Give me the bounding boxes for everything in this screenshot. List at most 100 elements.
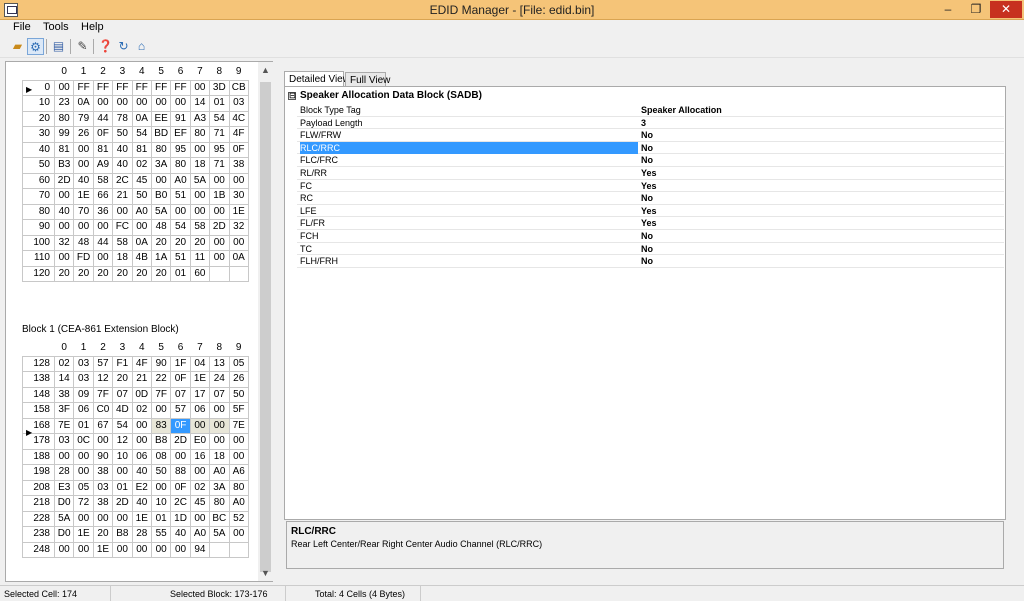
hex-cell[interactable]: 12	[92, 371, 114, 388]
hex-cell[interactable]	[209, 265, 230, 282]
hex-cell[interactable]: 88	[170, 464, 191, 481]
hex-cell[interactable]: B3	[53, 157, 75, 174]
property-row[interactable]: TC No	[297, 243, 1004, 256]
hex-cell[interactable]: 00	[131, 541, 152, 558]
hex-cell[interactable]: 38	[92, 495, 114, 512]
hex-cell[interactable]: 38	[53, 386, 75, 403]
hex-row-header[interactable]: 158	[22, 402, 55, 419]
hex-cell[interactable]: 00	[112, 510, 133, 527]
hex-cell[interactable]: 00	[228, 234, 249, 251]
hex-cell[interactable]: 00	[131, 417, 152, 434]
hex-cell[interactable]: 00	[112, 95, 133, 112]
hex-cell[interactable]: B0	[150, 188, 172, 205]
hex-cell[interactable]: 4F	[131, 355, 152, 372]
hex-cell[interactable]: BC	[209, 510, 230, 527]
hex-cell[interactable]: A0	[209, 464, 230, 481]
hex-cell[interactable]: 80	[53, 110, 75, 127]
hex-cell[interactable]: A0	[189, 526, 211, 543]
hex-cell[interactable]: 54	[170, 219, 191, 236]
hex-cell[interactable]: 00	[73, 510, 94, 527]
hex-cell[interactable]: FF	[131, 79, 152, 96]
hex-cell[interactable]: 21	[112, 188, 133, 205]
hex-cell[interactable]: 91	[170, 110, 191, 127]
hex-cell[interactable]: 00	[92, 250, 114, 267]
hex-cell[interactable]: 00	[53, 448, 75, 465]
hex-row-header[interactable]: 60	[22, 172, 55, 189]
hex-cell[interactable]: 17	[189, 386, 211, 403]
hex-row-header[interactable]: 128	[22, 355, 55, 372]
hex-cell[interactable]: E0	[189, 433, 211, 450]
scroll-down-icon[interactable]: ▼	[258, 568, 273, 578]
hex-cell[interactable]: 20	[189, 234, 211, 251]
hex-cell[interactable]: 1E	[73, 188, 94, 205]
hex-cell[interactable]: C0	[92, 402, 114, 419]
hex-cell[interactable]: FD	[73, 250, 94, 267]
hex-cell[interactable]: 0C	[73, 433, 94, 450]
hex-cell[interactable]: 58	[92, 172, 114, 189]
hex-cell[interactable]: FF	[150, 79, 172, 96]
property-row[interactable]: RLC/RRC No	[297, 141, 1004, 155]
hex-cell[interactable]: 0A	[73, 95, 94, 112]
hex-cell[interactable]: 81	[53, 141, 75, 158]
property-row[interactable]: Payload Length 3	[297, 117, 1004, 130]
menu-file[interactable]: File	[13, 21, 31, 33]
hex-cell[interactable]: 1E	[92, 541, 114, 558]
hex-row-header[interactable]: 218	[22, 495, 55, 512]
hex-cell[interactable]: E2	[131, 479, 152, 496]
hex-cell[interactable]: 40	[112, 141, 133, 158]
hex-cell[interactable]: 7F	[150, 386, 172, 403]
hex-cell[interactable]: 00	[150, 172, 172, 189]
hex-cell[interactable]: 26	[228, 371, 249, 388]
hex-cell[interactable]: 2D	[170, 433, 191, 450]
hex-cell[interactable]: 05	[73, 479, 94, 496]
hex-cell[interactable]: A0	[131, 203, 152, 220]
hex-cell[interactable]: BD	[150, 126, 172, 143]
hex-cell[interactable]: 48	[150, 219, 172, 236]
hex-cell[interactable]: 16	[189, 448, 211, 465]
hex-cell[interactable]: 01	[150, 510, 172, 527]
hex-cell[interactable]: 3A	[150, 157, 172, 174]
property-row[interactable]: FLH/FRH No	[297, 255, 1004, 268]
hex-row-header[interactable]: 138	[22, 371, 55, 388]
property-row[interactable]: Block Type Tag Speaker Allocation	[297, 104, 1004, 117]
hex-cell[interactable]: 1E	[228, 203, 249, 220]
hex-cell[interactable]: 20	[112, 371, 133, 388]
hex-row-header[interactable]: 228	[22, 510, 55, 527]
hex-cell[interactable]: F1	[112, 355, 133, 372]
hex-cell[interactable]: 0F	[170, 417, 191, 434]
hex-cell[interactable]: 38	[228, 157, 249, 174]
hex-cell[interactable]: 20	[92, 265, 114, 282]
hex-cell[interactable]: 00	[112, 464, 133, 481]
hex-cell[interactable]: 54	[112, 417, 133, 434]
hex-cell[interactable]: 5A	[189, 172, 211, 189]
hex-cell[interactable]: 1D	[170, 510, 191, 527]
hex-row-header[interactable]: 50	[22, 157, 55, 174]
hex-row-header[interactable]: 20	[22, 110, 55, 127]
hex-cell[interactable]: 00	[209, 433, 230, 450]
hex-cell[interactable]: 28	[131, 526, 152, 543]
hex-cell[interactable]: 22	[150, 371, 172, 388]
hex-cell[interactable]: 45	[131, 172, 152, 189]
hex-cell[interactable]: 00	[53, 79, 75, 96]
hex-cell[interactable]: FF	[73, 79, 94, 96]
hex-cell[interactable]: 40	[131, 464, 152, 481]
hex-cell[interactable]: 00	[189, 79, 211, 96]
hex-cell[interactable]: 06	[189, 402, 211, 419]
property-row[interactable]: FLW/FRW No	[297, 129, 1004, 142]
hex-row-header[interactable]: 40	[22, 141, 55, 158]
hex-cell[interactable]: 00	[92, 95, 114, 112]
hex-cell[interactable]: 71	[209, 157, 230, 174]
hex-cell[interactable]: 00	[189, 203, 211, 220]
sadb-header[interactable]: ⊟ Speaker Allocation Data Block (SADB)	[288, 90, 482, 103]
hex-cell[interactable]: 44	[92, 110, 114, 127]
hex-cell[interactable]: 00	[73, 157, 94, 174]
hex-cell[interactable]: 80	[150, 141, 172, 158]
hex-cell[interactable]: 00	[131, 219, 152, 236]
hex-cell[interactable]: FC	[112, 219, 133, 236]
hex-cell[interactable]: 52	[228, 510, 249, 527]
property-row[interactable]: LFE Yes	[297, 205, 1004, 218]
hex-cell[interactable]: 00	[131, 95, 152, 112]
hex-cell[interactable]: 28	[53, 464, 75, 481]
hex-cell[interactable]: 20	[112, 265, 133, 282]
hex-cell[interactable]: 44	[92, 234, 114, 251]
